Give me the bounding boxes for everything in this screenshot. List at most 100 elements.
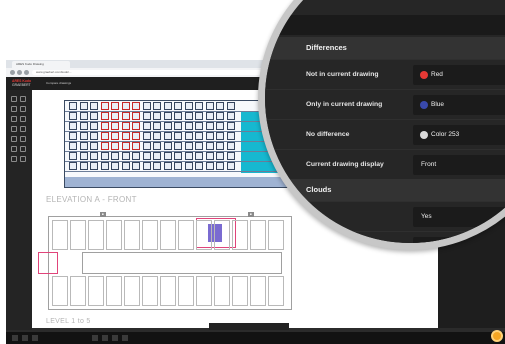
revision-cloud (38, 252, 58, 274)
window (153, 162, 161, 170)
window (205, 132, 214, 140)
plan-corridor (82, 252, 282, 274)
window (121, 162, 130, 170)
window (163, 162, 172, 170)
current-display-select[interactable]: Front ⌄ (413, 155, 505, 175)
window (111, 132, 119, 140)
search-icon[interactable] (22, 335, 28, 341)
window (132, 162, 140, 170)
reload-icon[interactable] (24, 70, 29, 75)
url-input[interactable]: www.graebert.com/kudo/... (32, 70, 262, 75)
clouds-section-header[interactable]: Clouds — (265, 179, 505, 201)
plan-room (142, 276, 158, 306)
window (69, 142, 77, 150)
window (142, 132, 151, 140)
magenta-swatch-icon (420, 243, 428, 250)
window (205, 102, 214, 110)
pan-tool-icon[interactable] (20, 96, 26, 102)
plan-room (214, 276, 230, 306)
plan-room (214, 220, 230, 250)
help-button[interactable] (491, 330, 503, 342)
plan-room (178, 220, 194, 250)
window (142, 102, 151, 110)
no-difference-value: Color 253 (431, 131, 460, 138)
mail-taskbar-icon[interactable] (112, 335, 118, 341)
window (216, 132, 224, 140)
window (174, 162, 182, 170)
layer-tool-icon[interactable] (11, 146, 17, 152)
document-info: Compare drawings (46, 81, 72, 85)
window (142, 112, 151, 120)
start-icon[interactable] (12, 335, 18, 341)
window (100, 102, 109, 110)
plan-room (70, 276, 86, 306)
window (153, 152, 161, 160)
only-in-current-label: Only in current drawing (306, 101, 383, 108)
differences-section-header[interactable]: Differences (265, 37, 505, 59)
properties-panel: / 19 Differences Not in current drawing … (265, 0, 505, 243)
plan-label: LEVEL 1 to 5 (46, 318, 91, 325)
window (174, 102, 182, 110)
plan-room (196, 220, 212, 250)
window (90, 122, 98, 130)
only-in-current-color-select[interactable]: Blue (413, 95, 505, 115)
window (90, 132, 98, 140)
no-difference-color-select[interactable]: Color 253 ⌄ (413, 125, 505, 145)
app-taskbar-icon[interactable] (122, 335, 128, 341)
window (111, 142, 119, 150)
window (184, 132, 193, 140)
move-tool-icon[interactable] (11, 156, 17, 162)
zoom-tool-icon[interactable] (11, 106, 17, 112)
window (184, 142, 193, 150)
plan-room (160, 220, 176, 250)
differences-title: Differences (306, 43, 347, 52)
window (132, 102, 140, 110)
arc-tool-icon[interactable] (20, 126, 26, 132)
browser-taskbar-icon[interactable] (92, 335, 98, 341)
drawing-status-bar (209, 323, 289, 330)
plan-room (52, 220, 68, 250)
panel-toolbar: / 19 (265, 15, 505, 94)
window (69, 102, 77, 110)
window (79, 162, 88, 170)
only-in-current-row: Only in current drawing Blue (265, 89, 505, 119)
polyline-tool-icon[interactable] (20, 116, 26, 122)
not-in-current-color-select[interactable]: Red (413, 65, 505, 85)
window (184, 102, 193, 110)
plan-room (106, 220, 122, 250)
select-tool-icon[interactable] (11, 96, 17, 102)
plan-room (106, 276, 122, 306)
window (174, 112, 182, 120)
window (90, 162, 98, 170)
task-view-icon[interactable] (32, 335, 38, 341)
browser-tab[interactable]: ARES Kudo Drawing (12, 61, 70, 68)
circle-tool-icon[interactable] (11, 126, 17, 132)
text-tool-icon[interactable] (11, 136, 17, 142)
window (79, 122, 88, 130)
window (216, 152, 224, 160)
plan-room (178, 276, 194, 306)
dimension-tool-icon[interactable] (20, 136, 26, 142)
window (79, 102, 88, 110)
forward-icon[interactable] (17, 70, 22, 75)
window (174, 122, 182, 130)
line-tool-icon[interactable] (11, 116, 17, 122)
explorer-taskbar-icon[interactable] (102, 335, 108, 341)
window (79, 152, 88, 160)
not-in-current-label: Not in current drawing (306, 71, 379, 78)
back-icon[interactable] (10, 70, 15, 75)
plan-room (70, 220, 86, 250)
blue-swatch-icon (420, 101, 428, 109)
show-clouds-select[interactable]: Yes (413, 207, 505, 227)
window (216, 122, 224, 130)
block-tool-icon[interactable] (20, 146, 26, 152)
plan-room (88, 276, 104, 306)
window (90, 112, 98, 120)
plan-room (232, 276, 248, 306)
show-clouds-value: Yes (421, 213, 432, 220)
measure-tool-icon[interactable] (20, 106, 26, 112)
copy-tool-icon[interactable] (20, 156, 26, 162)
window (205, 142, 214, 150)
window (174, 152, 182, 160)
window (216, 102, 224, 110)
